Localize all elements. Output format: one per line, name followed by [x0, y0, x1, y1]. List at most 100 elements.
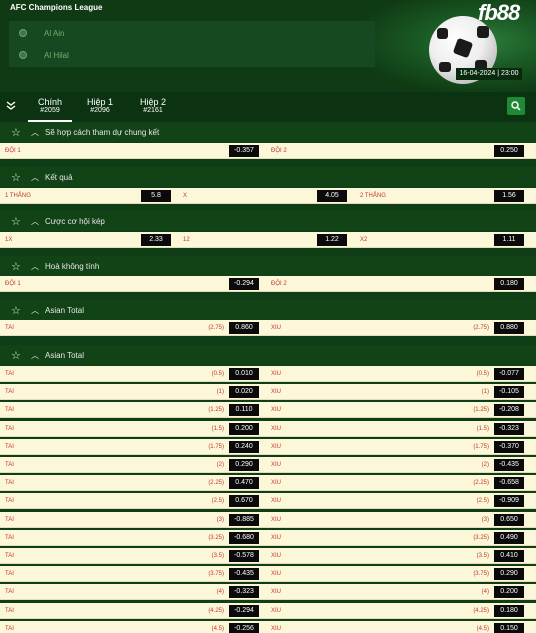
chevron-up-icon[interactable]: ︿ [31, 127, 41, 138]
odds-button[interactable]: 0.410 [494, 550, 524, 562]
odds-label: XIU [271, 371, 282, 377]
odds-row: 1 THẮNG 5.8 X 4.05 2 THẮNG 1.56 [0, 188, 536, 204]
odds-button[interactable]: -0.294 [229, 278, 259, 290]
odds-button[interactable]: -0.357 [229, 145, 259, 157]
table-row: TAI (1.75) 0.240 XIU (1.75) -0.370 [0, 439, 536, 455]
chevron-up-icon[interactable]: ︿ [31, 305, 41, 316]
section-header[interactable]: ☆ ︿ Kết quả [0, 167, 536, 187]
odds-button[interactable]: 0.650 [494, 514, 524, 526]
star-icon[interactable]: ☆ [11, 171, 25, 184]
odds-button[interactable]: 0.290 [494, 568, 524, 580]
odds-button[interactable]: -0.323 [229, 586, 259, 598]
table-row: TAI (3) -0.885 XIU (3) 0.650 [0, 512, 536, 528]
odds-button[interactable]: -0.105 [494, 386, 524, 398]
star-icon[interactable]: ☆ [11, 304, 25, 317]
handicap-value: (1.75) [473, 444, 489, 450]
odds-button[interactable]: -0.658 [494, 477, 524, 489]
odds-label: XIU [271, 589, 282, 595]
handicap-value: (2.5) [211, 498, 224, 504]
odds-button[interactable]: 0.490 [494, 532, 524, 544]
chevron-up-icon[interactable]: ︿ [31, 350, 41, 361]
odds-button[interactable]: 2.33 [141, 234, 171, 246]
section-header[interactable]: ☆ ︿ Hoà không tính [0, 256, 536, 276]
tab-half-2[interactable]: Hiệp 2 #2161 [133, 97, 173, 114]
odds-button[interactable]: 0.470 [229, 477, 259, 489]
odds-button[interactable]: 1.22 [317, 234, 347, 246]
odds-button[interactable]: -0.077 [494, 368, 524, 380]
handicap-value: (4.25) [208, 608, 224, 614]
odds-button[interactable]: -0.435 [229, 568, 259, 580]
handicap-value: (3) [216, 517, 224, 523]
odds-button[interactable]: 0.020 [229, 386, 259, 398]
odds-label: XIU [271, 444, 282, 450]
handicap-value: (1.25) [473, 407, 489, 413]
tab-main[interactable]: Chính #2059 [30, 97, 70, 114]
table-row: TAI (2.5) 0.670 XIU (2.5) -0.909 [0, 493, 536, 509]
odds-label: X2 [360, 237, 368, 243]
odds-label: XIU [271, 498, 282, 504]
odds-button[interactable]: 1.56 [494, 190, 524, 202]
odds-button[interactable]: 0.860 [229, 322, 259, 334]
section-header[interactable]: ☆ ︿ Sẽ hợp cách tham dự chung kết [0, 122, 536, 142]
odds-button[interactable]: -0.208 [494, 404, 524, 416]
odds-button[interactable]: 0.150 [494, 623, 524, 633]
odds-button[interactable]: 1.11 [494, 234, 524, 246]
star-icon[interactable]: ☆ [11, 260, 25, 273]
chevron-up-icon[interactable]: ︿ [31, 261, 41, 272]
odds-row: ĐỘI 1 -0.357 ĐỘI 2 0.250 [0, 143, 536, 159]
odds-row: ĐỘI 1 -0.294 ĐỘI 2 0.180 [0, 276, 536, 292]
handicap-value: (2.5) [476, 498, 489, 504]
odds-button[interactable]: -0.323 [494, 423, 524, 435]
handicap-value: (2.75) [473, 325, 489, 331]
team-row-home: Al Ain [9, 23, 375, 43]
star-icon[interactable]: ☆ [11, 349, 25, 362]
team-name-away: Al Hilal [44, 50, 69, 60]
handicap-value: (2.25) [208, 480, 224, 486]
odds-button[interactable]: 0.200 [494, 586, 524, 598]
odds-button[interactable]: -0.680 [229, 532, 259, 544]
star-icon[interactable]: ☆ [11, 126, 25, 139]
odds-button[interactable]: -0.578 [229, 550, 259, 562]
handicap-value: (4.5) [476, 626, 489, 632]
odds-button[interactable]: -0.256 [229, 623, 259, 633]
section-header[interactable]: ☆ ︿ Asian Total [0, 300, 536, 320]
odds-button[interactable]: -0.370 [494, 441, 524, 453]
odds-button[interactable]: 0.180 [494, 278, 524, 290]
star-icon[interactable]: ☆ [11, 215, 25, 228]
handicap-value: (1) [216, 389, 224, 395]
table-row: TAI (1.25) 0.110 XIU (1.25) -0.208 [0, 402, 536, 418]
odds-button[interactable]: 0.110 [229, 404, 259, 416]
odds-button[interactable]: -0.885 [229, 514, 259, 526]
collapse-icon[interactable] [6, 101, 16, 114]
odds-button[interactable]: 4.05 [317, 190, 347, 202]
odds-button[interactable]: 0.290 [229, 459, 259, 471]
odds-button[interactable]: 0.240 [229, 441, 259, 453]
odds-button[interactable]: -0.909 [494, 495, 524, 507]
odds-row: 1X 2.33 12 1.22 X2 1.11 [0, 232, 536, 248]
odds-button[interactable]: -0.435 [494, 459, 524, 471]
handicap-value: (2) [481, 462, 489, 468]
odds-button[interactable]: 0.670 [229, 495, 259, 507]
odds-button[interactable]: -0.294 [229, 605, 259, 617]
odds-button[interactable]: 0.200 [229, 423, 259, 435]
table-row: TAI (3.5) -0.578 XIU (3.5) 0.410 [0, 548, 536, 564]
chevron-up-icon[interactable]: ︿ [31, 216, 41, 227]
section-header[interactable]: ☆ ︿ Cược cơ hội kép [0, 211, 536, 231]
odds-button[interactable]: 0.880 [494, 322, 524, 334]
handicap-value: (3.25) [208, 535, 224, 541]
handicap-value: (1) [481, 389, 489, 395]
chevron-up-icon[interactable]: ︿ [31, 172, 41, 183]
handicap-value: (4.5) [211, 626, 224, 632]
search-button[interactable] [507, 97, 525, 115]
odds-button[interactable]: 0.010 [229, 368, 259, 380]
team-logo-icon [19, 51, 27, 59]
odds-button[interactable]: 5.8 [141, 190, 171, 202]
odds-label: 2 THẮNG [360, 193, 386, 199]
handicap-value: (2.75) [208, 325, 224, 331]
odds-button[interactable]: 0.250 [494, 145, 524, 157]
odds-button[interactable]: 0.180 [494, 605, 524, 617]
handicap-value: (1.5) [211, 426, 224, 432]
section-header[interactable]: ☆ ︿ Asian Total [0, 345, 536, 365]
tab-half-1[interactable]: Hiệp 1 #2096 [80, 97, 120, 114]
brand-logo: fb88 [478, 0, 520, 25]
